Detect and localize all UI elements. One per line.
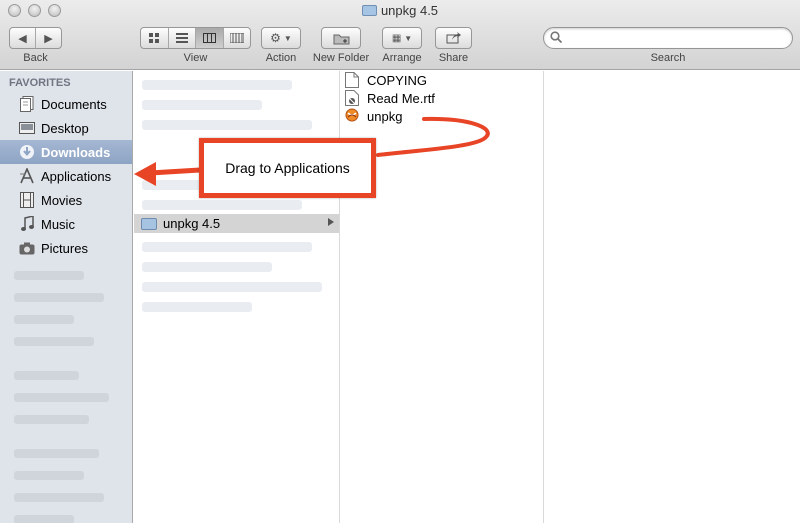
annotation-arrowhead bbox=[134, 162, 156, 186]
annotation-callout: Drag to Applications bbox=[199, 138, 376, 198]
annotation-arrows bbox=[134, 116, 490, 186]
annotation-arrow-line bbox=[149, 167, 201, 176]
annotation-curve bbox=[376, 116, 490, 157]
annotation-text: Drag to Applications bbox=[225, 160, 350, 176]
